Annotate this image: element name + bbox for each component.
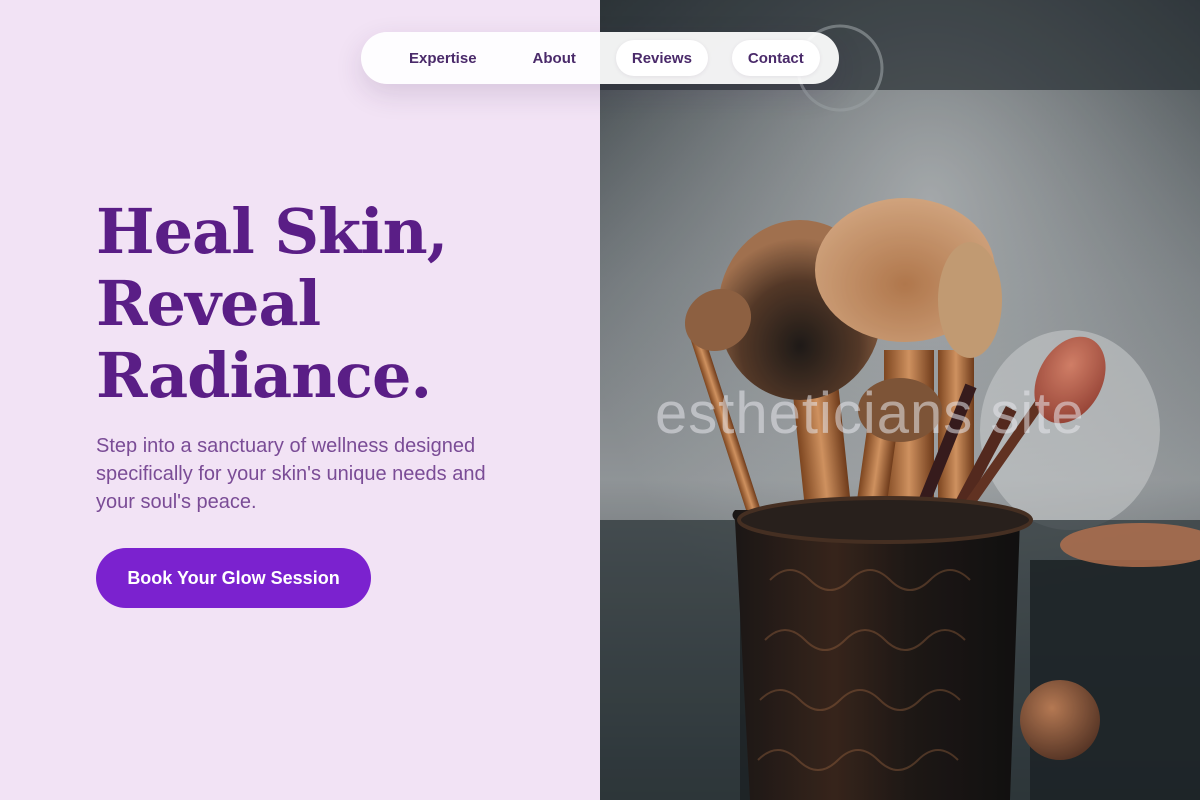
- hero-image: [600, 0, 1200, 800]
- book-session-button[interactable]: Book Your Glow Session: [96, 548, 371, 608]
- nav-item-expertise[interactable]: Expertise: [393, 40, 493, 76]
- top-navigation: Expertise About Reviews Contact: [361, 32, 839, 84]
- hero-heading-line-1: Heal Skin,: [96, 195, 448, 268]
- page: estheticians site Expertise About Review…: [0, 0, 1200, 800]
- hero-heading-line-2: Reveal: [96, 267, 321, 340]
- hero-subtitle: Step into a sanctuary of wellness design…: [96, 435, 486, 513]
- nav-item-about[interactable]: About: [517, 40, 592, 76]
- hero-heading-line-3: Radiance.: [96, 339, 432, 412]
- hero-heading: Heal Skin, Reveal Radiance.: [96, 196, 576, 412]
- makeup-brushes-photo: [600, 0, 1200, 800]
- nav-item-contact[interactable]: Contact: [731, 40, 820, 76]
- nav-item-reviews[interactable]: Reviews: [615, 40, 708, 76]
